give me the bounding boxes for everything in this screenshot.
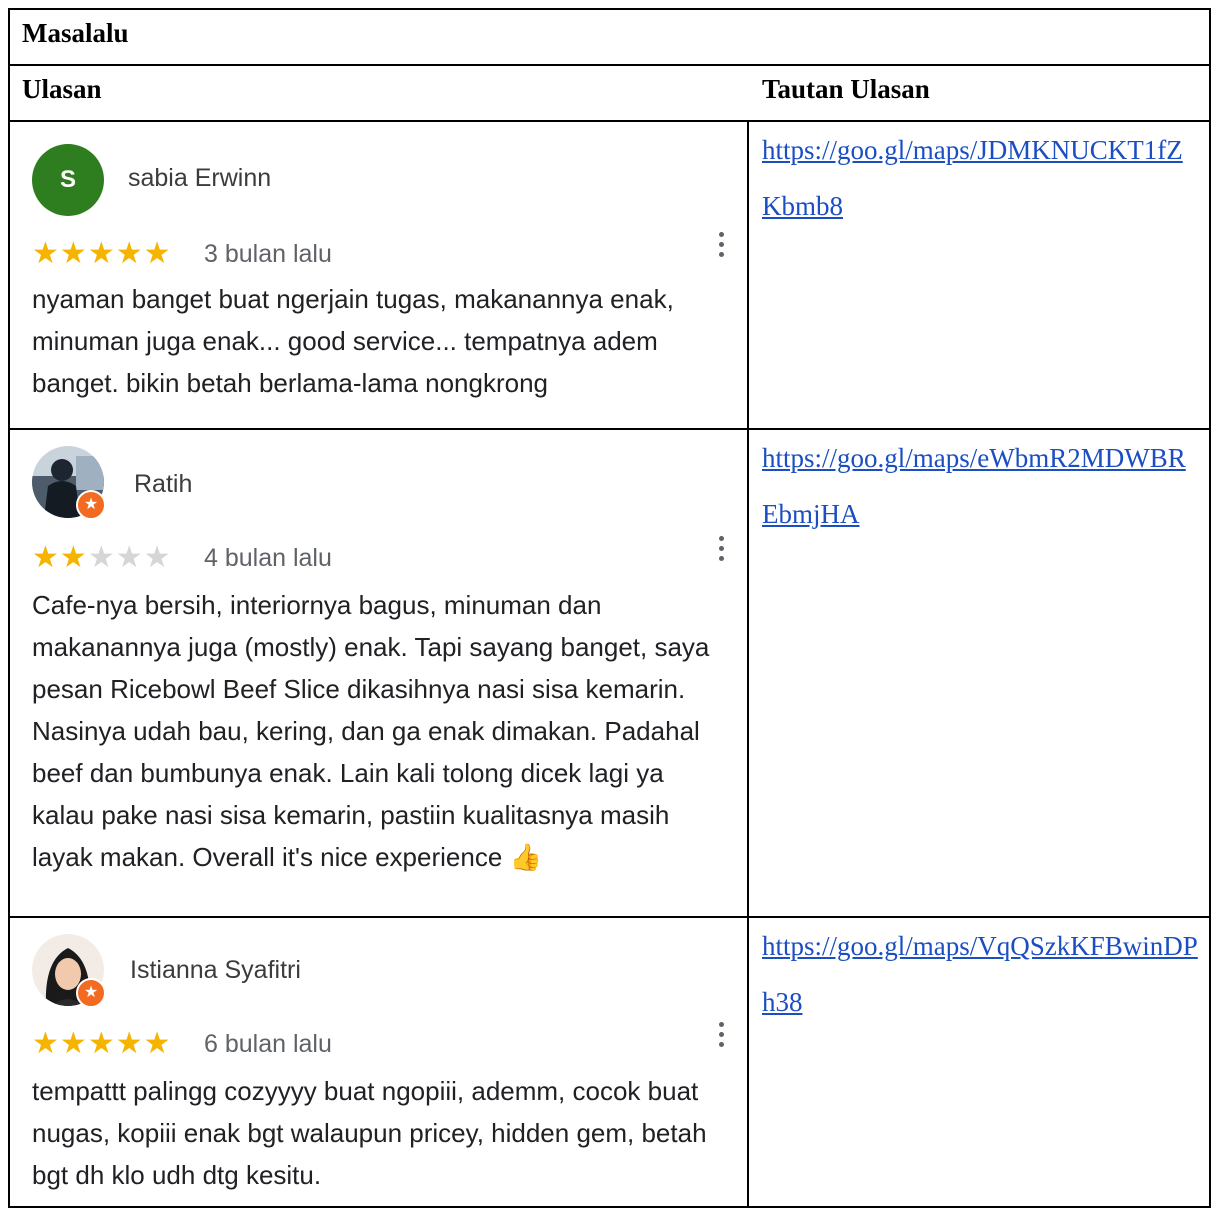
star-icon: ★ [32,237,60,270]
avatar-letter: S [32,144,104,216]
star-icon: ★ [59,541,88,574]
star-icon: ★ [32,541,60,574]
table-row: S sabia Erwinn ★★★★★ 3 bulan lalu nyaman… [28,120,738,426]
star-icon: ★ [115,237,144,270]
review-date: 3 bulan lalu [204,240,332,268]
star-rating: ★★★★★ [32,540,172,575]
star-icon: ★ [143,1027,172,1060]
more-vert-icon[interactable] [714,536,728,561]
star-icon: ★ [87,237,116,270]
reviewer-name[interactable]: sabia Erwinn [128,164,271,193]
star-icon: ★ [59,1027,88,1060]
table-row: ★ Ratih ★★★★★ 4 bulan lalu Cafe-nya bers… [28,430,738,914]
avatar: S [32,144,104,216]
reviewer-name[interactable]: Istianna Syafitri [130,956,301,985]
review-text: Cafe-nya bersih, interiornya bagus, minu… [32,590,710,872]
divider [10,64,1209,66]
section-title: Masalalu [22,18,129,48]
reviewer-name[interactable]: Ratih [134,470,192,499]
review-link[interactable]: https://goo.gl/maps/eWbmR2MDWBREbmjHA [762,430,1202,542]
star-icon: ★ [115,1027,144,1060]
review-link[interactable]: https://goo.gl/maps/JDMKNUCKT1fZKbmb8 [762,122,1202,234]
review-date: 6 bulan lalu [204,1030,332,1058]
star-icon: ★ [87,1027,116,1060]
more-vert-icon[interactable] [714,232,728,257]
review-link[interactable]: https://goo.gl/maps/VqQSzkKFBwinDPh38 [762,918,1202,1030]
column-header-link: Tautan Ulasan [762,74,930,104]
column-divider [747,120,749,1206]
table-row: ★ Istianna Syafitri ★★★★★ 6 bulan lalu t… [28,918,738,1208]
star-icon: ★ [143,237,172,270]
review-text: nyaman banget buat ngerjain tugas, makan… [32,284,674,398]
review-table: Masalalu Ulasan Tautan Ulasan S sabia Er… [8,8,1211,1208]
review-text: tempattt palingg cozyyyy buat ngopiii, a… [32,1076,707,1190]
review-date: 4 bulan lalu [204,544,332,572]
star-badge-icon: ★ [76,490,106,520]
star-badge-icon: ★ [76,978,106,1008]
star-icon: ★ [59,237,88,270]
star-rating: ★★★★★ [32,236,172,271]
avatar: ★ [32,446,106,520]
star-icon: ★ [87,541,116,574]
avatar: ★ [32,934,106,1008]
star-icon: ★ [32,1027,60,1060]
star-icon: ★ [143,541,172,574]
column-header-review: Ulasan [22,74,102,104]
star-icon: ★ [115,541,144,574]
star-rating: ★★★★★ [32,1026,172,1061]
more-vert-icon[interactable] [714,1022,728,1047]
